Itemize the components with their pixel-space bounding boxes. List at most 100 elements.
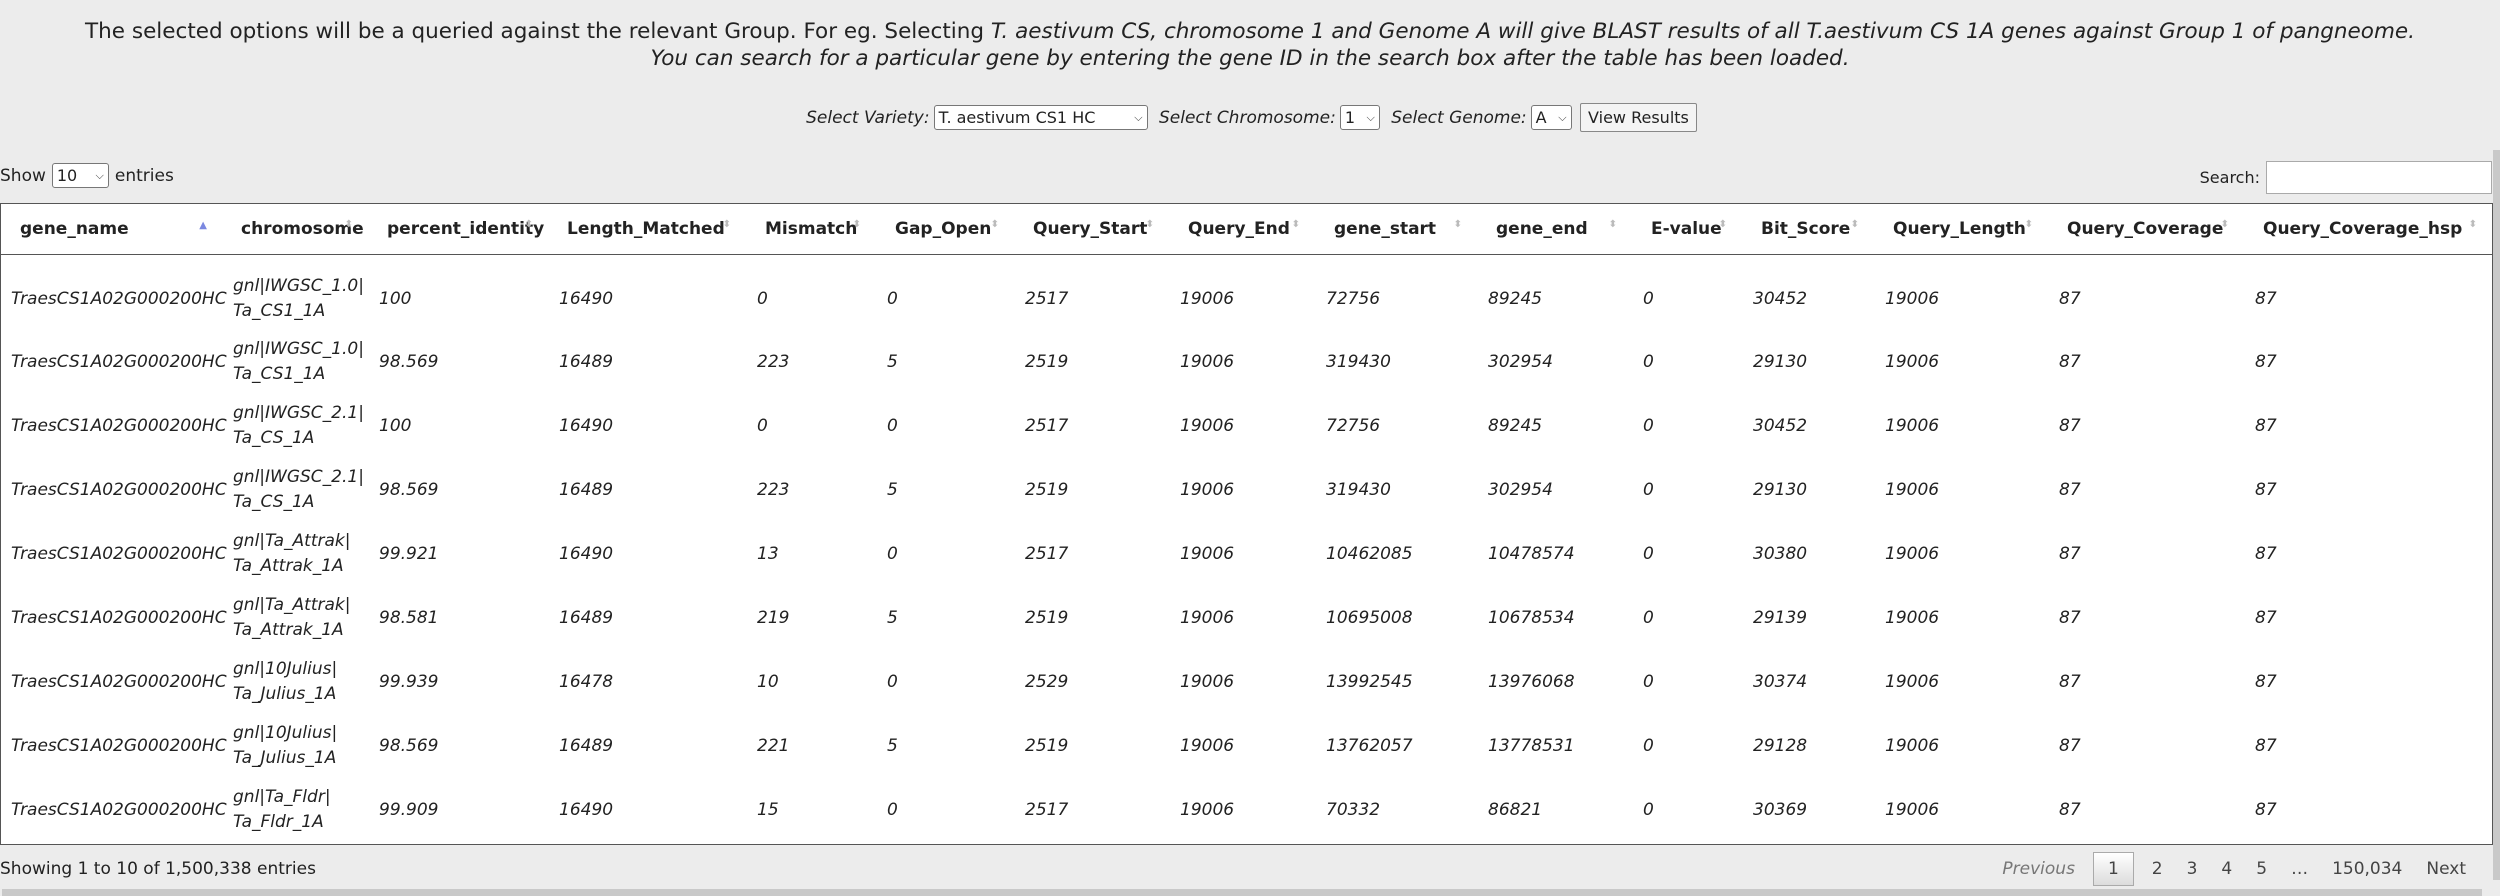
cell-bit-score: 29130: [1743, 458, 1875, 522]
cell-query-coverage-hsp: 87: [2245, 586, 2492, 650]
column-header-query-coverage-hsp[interactable]: Query_Coverage_hsp ⬍: [2245, 204, 2492, 255]
horizontal-scrollbar[interactable]: [2, 889, 2482, 896]
variety-label: Select Variety:: [806, 107, 930, 128]
chevron-down-icon: ⌵: [1134, 110, 1143, 124]
cell-query-length: 19006: [1875, 330, 2049, 394]
results-table-container: gene_name ▲ chromosome ⬍ percent_identity ⬍ Le…: [0, 203, 2493, 845]
cell-query-coverage-hsp: 87: [2245, 714, 2492, 778]
cell-gap-open: 0: [877, 254, 1015, 330]
cell-gene-end: 10478574: [1478, 522, 1633, 586]
column-header-query-start[interactable]: Query_Start ⬍: [1015, 204, 1170, 255]
vertical-scrollbar[interactable]: [2493, 150, 2500, 880]
column-header-length-matched[interactable]: Length_Matched ⬍: [549, 204, 747, 255]
page-button-3[interactable]: 3: [2175, 859, 2210, 879]
variety-select[interactable]: T. aestivum CS1 HC ⌵: [933, 105, 1148, 130]
cell-gene-end: 13976068: [1478, 650, 1633, 714]
column-header-gene-start[interactable]: gene_start ⬍: [1316, 204, 1478, 255]
cell-query-length: 19006: [1875, 778, 2049, 842]
cell-e-value: 0: [1633, 458, 1743, 522]
column-header-label: gene_end: [1496, 218, 1588, 239]
cell-query-end: 19006: [1170, 778, 1316, 842]
cell-gap-open: 5: [877, 714, 1015, 778]
cell-length-matched: 16489: [549, 330, 747, 394]
chromosome-label: Select Chromosome:: [1158, 107, 1336, 128]
cell-chromosome: gnl|IWGSC_2.1|Ta_CS_1A: [223, 394, 369, 458]
cell-length-matched: 16489: [549, 458, 747, 522]
cell-gene-end: 13778531: [1478, 714, 1633, 778]
cell-mismatch: 0: [747, 394, 877, 458]
column-header-gene-name[interactable]: gene_name ▲: [1, 204, 223, 255]
sort-icon: ⬍: [2468, 219, 2477, 230]
cell-query-length: 19006: [1875, 650, 2049, 714]
page-button-last[interactable]: 150,034: [2320, 859, 2414, 879]
cell-query-coverage: 87: [2049, 778, 2245, 842]
page-button-1[interactable]: 1: [2092, 852, 2134, 886]
cell-query-start: 2517: [1015, 254, 1170, 330]
cell-query-coverage: 87: [2049, 330, 2245, 394]
cell-query-length: 19006: [1875, 522, 2049, 586]
cell-mismatch: 221: [747, 714, 877, 778]
page-button-4[interactable]: 4: [2209, 859, 2244, 879]
sort-icon: ⬍: [2220, 219, 2229, 230]
next-button[interactable]: Next: [2414, 859, 2478, 879]
cell-query-start: 2519: [1015, 714, 1170, 778]
intro-line-1-italic: T. aestivum CS, chromosome 1 and Genome …: [990, 19, 2415, 44]
page-button-2[interactable]: 2: [2140, 859, 2175, 879]
cell-gene-end: 302954: [1478, 330, 1633, 394]
cell-query-length: 19006: [1875, 458, 2049, 522]
cell-gene-start: 13762057: [1316, 714, 1478, 778]
sort-icon: ⬍: [2024, 219, 2033, 230]
genome-select[interactable]: A ⌵: [1530, 105, 1572, 130]
cell-bit-score: 30452: [1743, 394, 1875, 458]
cell-e-value: 0: [1633, 522, 1743, 586]
cell-gene-start: 10462085: [1316, 522, 1478, 586]
column-header-e-value[interactable]: E-value ⬍: [1633, 204, 1743, 255]
cell-percent-identity: 99.939: [369, 650, 549, 714]
column-header-percent-identity[interactable]: percent_identity ⬍: [369, 204, 549, 255]
sort-icon: ⬍: [344, 219, 353, 230]
column-header-label: E-value: [1651, 218, 1722, 239]
cell-query-length: 19006: [1875, 394, 2049, 458]
column-header-query-end[interactable]: Query_End ⬍: [1170, 204, 1316, 255]
variety-value: T. aestivum CS1 HC: [938, 108, 1096, 127]
cell-gap-open: 5: [877, 586, 1015, 650]
column-header-chromosome[interactable]: chromosome ⬍: [223, 204, 369, 255]
column-header-bit-score[interactable]: Bit_Score ⬍: [1743, 204, 1875, 255]
view-results-button[interactable]: View Results: [1580, 103, 1697, 132]
chromosome-value: 1: [1344, 108, 1356, 127]
column-header-gap-open[interactable]: Gap_Open ⬍: [877, 204, 1015, 255]
intro-line-1: The selected options will be a queried a…: [0, 18, 2500, 45]
cell-bit-score: 29128: [1743, 714, 1875, 778]
column-header-query-length[interactable]: Query_Length ⬍: [1875, 204, 2049, 255]
table-info: Showing 1 to 10 of 1,500,338 entries: [0, 859, 316, 879]
cell-gene-start: 13992545: [1316, 650, 1478, 714]
cell-percent-identity: 98.569: [369, 330, 549, 394]
column-header-mismatch[interactable]: Mismatch ⬍: [747, 204, 877, 255]
genome-label: Select Genome:: [1391, 107, 1527, 128]
cell-gene-start: 10695008: [1316, 586, 1478, 650]
cell-mismatch: 223: [747, 330, 877, 394]
column-header-label: Mismatch: [765, 218, 858, 239]
cell-length-matched: 16490: [549, 394, 747, 458]
sort-icon: ⬍: [1291, 219, 1300, 230]
search-input[interactable]: [2266, 161, 2492, 194]
chromosome-select[interactable]: 1 ⌵: [1339, 105, 1380, 130]
search-label: Search:: [2199, 168, 2260, 187]
previous-button[interactable]: Previous: [1990, 859, 2087, 879]
cell-chromosome: gnl|IWGSC_1.0|Ta_CS1_1A: [223, 330, 369, 394]
page-button-5[interactable]: 5: [2244, 859, 2279, 879]
column-header-query-coverage[interactable]: Query_Coverage ⬍: [2049, 204, 2245, 255]
sort-icon: ⬍: [1453, 219, 1462, 230]
entries-select[interactable]: 10 ⌵: [51, 163, 109, 188]
table-row: TraesCS1A02G000200HC gnl|IWGSC_1.0|Ta_CS1…: [1, 254, 2492, 330]
cell-query-end: 19006: [1170, 254, 1316, 330]
intro-text: The selected options will be a queried a…: [0, 0, 2500, 72]
cell-e-value: 0: [1633, 254, 1743, 330]
cell-percent-identity: 99.909: [369, 778, 549, 842]
table-row: TraesCS1A02G000200HC gnl|IWGSC_1.0|Ta_CS1…: [1, 330, 2492, 394]
column-header-label: Bit_Score: [1761, 218, 1851, 239]
sort-icon: ⬍: [990, 219, 999, 230]
cell-length-matched: 16490: [549, 522, 747, 586]
cell-mismatch: 10: [747, 650, 877, 714]
column-header-gene-end[interactable]: gene_end ⬍: [1478, 204, 1633, 255]
